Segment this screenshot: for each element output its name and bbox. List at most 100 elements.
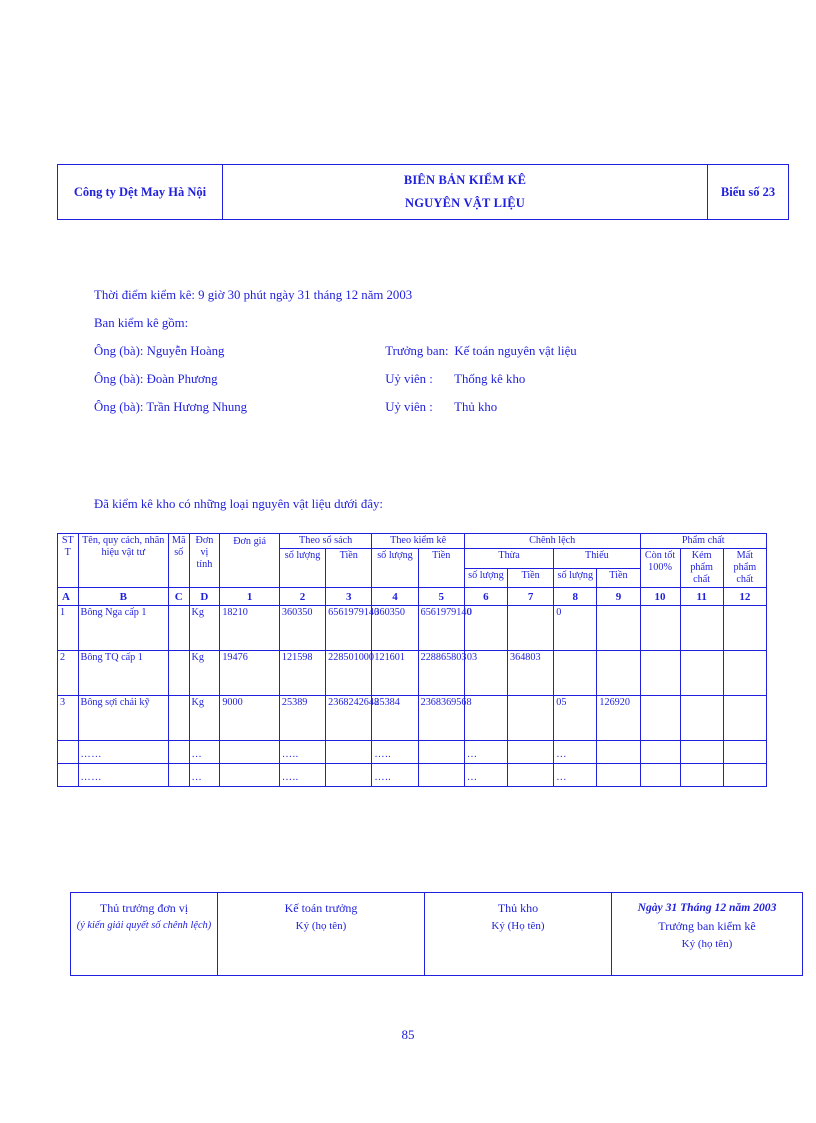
- cell-kem-pham-chat: [679, 650, 724, 697]
- cell-don-gia: 19476: [219, 650, 280, 697]
- cell-thua-tien: [506, 763, 555, 788]
- document-title-line-1: BIÊN BẢN KIỂM KÊ: [403, 173, 527, 187]
- signature-cell-unit-head: Thủ trưởng đơn vị (ý kiến giải quyết số …: [70, 892, 218, 976]
- form-number: Biểu số 23: [707, 163, 789, 221]
- committee-member-2: Ông (bà): Đoàn Phương Uỷ viên : Thống kê…: [94, 365, 764, 393]
- cell-name: Bông sợi chải kỹ: [77, 695, 169, 742]
- code-cell: 6: [463, 587, 509, 607]
- cell-name: Bông TQ cấp 1: [77, 650, 169, 697]
- col-header-don-gia: Đơn giá: [219, 532, 280, 589]
- code-cell: C: [167, 587, 190, 607]
- col-header-don-vi-tinh: Đơn vị tính: [188, 532, 221, 589]
- member-role: Trưởng ban: Kế toán nguyên vật liệu: [385, 337, 576, 365]
- cell-don-vi: …: [188, 763, 221, 788]
- signature-title: Thủ trưởng đơn vị: [99, 901, 189, 915]
- col-group-pham-chat: Phẩm chất: [639, 532, 768, 550]
- member-role-label: Uỷ viên :: [385, 400, 433, 414]
- col-header-name: Tên, quy cách, nhãn hiệu vật tư: [77, 532, 169, 589]
- col-group-theo-kiem-ke: Theo kiểm kê: [371, 532, 465, 550]
- col-header-con-tot: Còn tốt 100%: [639, 548, 681, 589]
- table-row: Thủ trưởng đơn vị (ý kiến giải quyết số …: [70, 892, 803, 976]
- document-title: BIÊN BẢN KIỂM KÊ NGUYÊN VẬT LIỆU: [222, 163, 708, 221]
- table-header-row-1: ST T Tên, quy cách, nhãn hiệu vật tư Mã …: [57, 532, 768, 589]
- col-header-ma-so: Mã số: [167, 532, 190, 589]
- code-cell: 11: [679, 587, 724, 607]
- member-role-label: Uỷ viên :: [385, 372, 433, 386]
- cell-kk-tien: [417, 740, 465, 765]
- cell-ss-tien: [325, 740, 373, 765]
- cell-stt: 1: [57, 605, 79, 652]
- col-header-ss-tien: Tiền: [325, 548, 373, 589]
- signature-title: Kế toán trưởng: [284, 901, 358, 915]
- col-header-thua-tien: Tiền: [506, 567, 555, 589]
- document-header-table: Công ty Dệt May Hà Nội BIÊN BẢN KIỂM KÊ …: [57, 163, 789, 221]
- cell-don-vi: Kg: [188, 605, 221, 652]
- code-cell: 5: [417, 587, 465, 607]
- cell-thieu-so-luong: …: [553, 763, 598, 788]
- cell-ma-so: [167, 740, 190, 765]
- table-row: Công ty Dệt May Hà Nội BIÊN BẢN KIỂM KÊ …: [57, 163, 789, 221]
- inventory-table: ST T Tên, quy cách, nhãn hiệu vật tư Mã …: [57, 532, 768, 788]
- cell-stt: 3: [57, 695, 79, 742]
- col-header-kem-pham-chat: Kém phẩm chất: [679, 548, 724, 589]
- member-name: Ông (bà): Nguyễn Hoàng: [94, 344, 225, 358]
- code-cell: D: [188, 587, 221, 607]
- member-role-label: Trưởng ban:: [385, 344, 449, 358]
- cell-ss-tien: [325, 763, 373, 788]
- committee-member-3: Ông (bà): Trần Hương Nhung Uỷ viên : Thủ…: [94, 393, 764, 421]
- table-row: …… … ….. ….. … …: [57, 763, 768, 788]
- table-code-row: A B C D 1 2 3 4 5 6 7 8 9 10 11 12: [57, 587, 768, 607]
- code-cell: 3: [325, 587, 373, 607]
- cell-con-tot: [639, 605, 681, 652]
- cell-don-gia: 9000: [219, 695, 280, 742]
- code-cell: B: [77, 587, 169, 607]
- col-group-theo-so-sach: Theo sổ sách: [278, 532, 373, 550]
- cell-kem-pham-chat: [679, 763, 724, 788]
- signature-cell-chief-accountant: Kế toán trưởng Ký (họ tên): [217, 892, 425, 976]
- code-cell: A: [57, 587, 79, 607]
- cell-mat-pham-chat: [722, 740, 768, 765]
- cell-kem-pham-chat: [679, 605, 724, 652]
- cell-thua-tien: [506, 740, 555, 765]
- member-role-detail: Thống kê kho: [454, 372, 526, 386]
- cell-stt: [57, 763, 79, 788]
- cell-thieu-tien: 126920: [596, 695, 641, 742]
- signature-subtitle: Ký (họ tên): [681, 937, 733, 950]
- member-role-detail: Thủ kho: [454, 400, 498, 414]
- cell-ss-so-luong: …..: [278, 740, 327, 765]
- cell-mat-pham-chat: [722, 650, 768, 697]
- cell-kk-tien: 2368369568: [417, 695, 472, 742]
- col-group-thua: Thừa: [463, 548, 555, 569]
- table-row: 1 Bông Nga cấp 1 Kg 18210 360350 6561979…: [57, 605, 768, 652]
- signature-title: Trưởng ban kiểm kê: [658, 918, 756, 933]
- cell-ma-so: [167, 650, 190, 697]
- cell-ss-tien: 2368242648: [325, 695, 379, 742]
- code-cell: 4: [371, 587, 419, 607]
- cell-thua-tien: [506, 695, 555, 742]
- signature-cell-storekeeper: Thủ kho Ký (Họ tên): [424, 892, 612, 976]
- cell-thua-so-luong: 03: [463, 650, 509, 697]
- signature-subtitle: Ký (Họ tên): [491, 919, 545, 932]
- cell-kk-so-luong: …..: [371, 763, 419, 788]
- cell-mat-pham-chat: [722, 763, 768, 788]
- cell-kk-so-luong: 121601: [371, 650, 419, 697]
- cell-mat-pham-chat: [722, 695, 768, 742]
- committee-line: Ban kiểm kê gồm:: [94, 316, 189, 330]
- inventory-time-line: Thời điểm kiểm kê: 9 giờ 30 phút ngày 31…: [94, 288, 413, 302]
- cell-ss-so-luong: …..: [278, 763, 327, 788]
- cell-thua-so-luong: …: [463, 740, 509, 765]
- signature-subtitle: Ký (họ tên): [295, 919, 347, 932]
- cell-don-gia: [219, 763, 280, 788]
- cell-kk-tien: [417, 763, 465, 788]
- cell-don-gia: 18210: [219, 605, 280, 652]
- col-header-ss-so-luong: số lượng: [278, 548, 327, 589]
- cell-ma-so: [167, 763, 190, 788]
- cell-ss-so-luong: 121598: [278, 650, 327, 697]
- cell-thieu-tien: [596, 763, 641, 788]
- cell-con-tot: [639, 695, 681, 742]
- cell-thua-tien: 364803: [506, 650, 555, 697]
- cell-name: ……: [77, 763, 169, 788]
- cell-kk-tien: 228865803: [417, 650, 466, 697]
- member-name: Ông (bà): Đoàn Phương: [94, 372, 218, 386]
- code-cell: 10: [639, 587, 681, 607]
